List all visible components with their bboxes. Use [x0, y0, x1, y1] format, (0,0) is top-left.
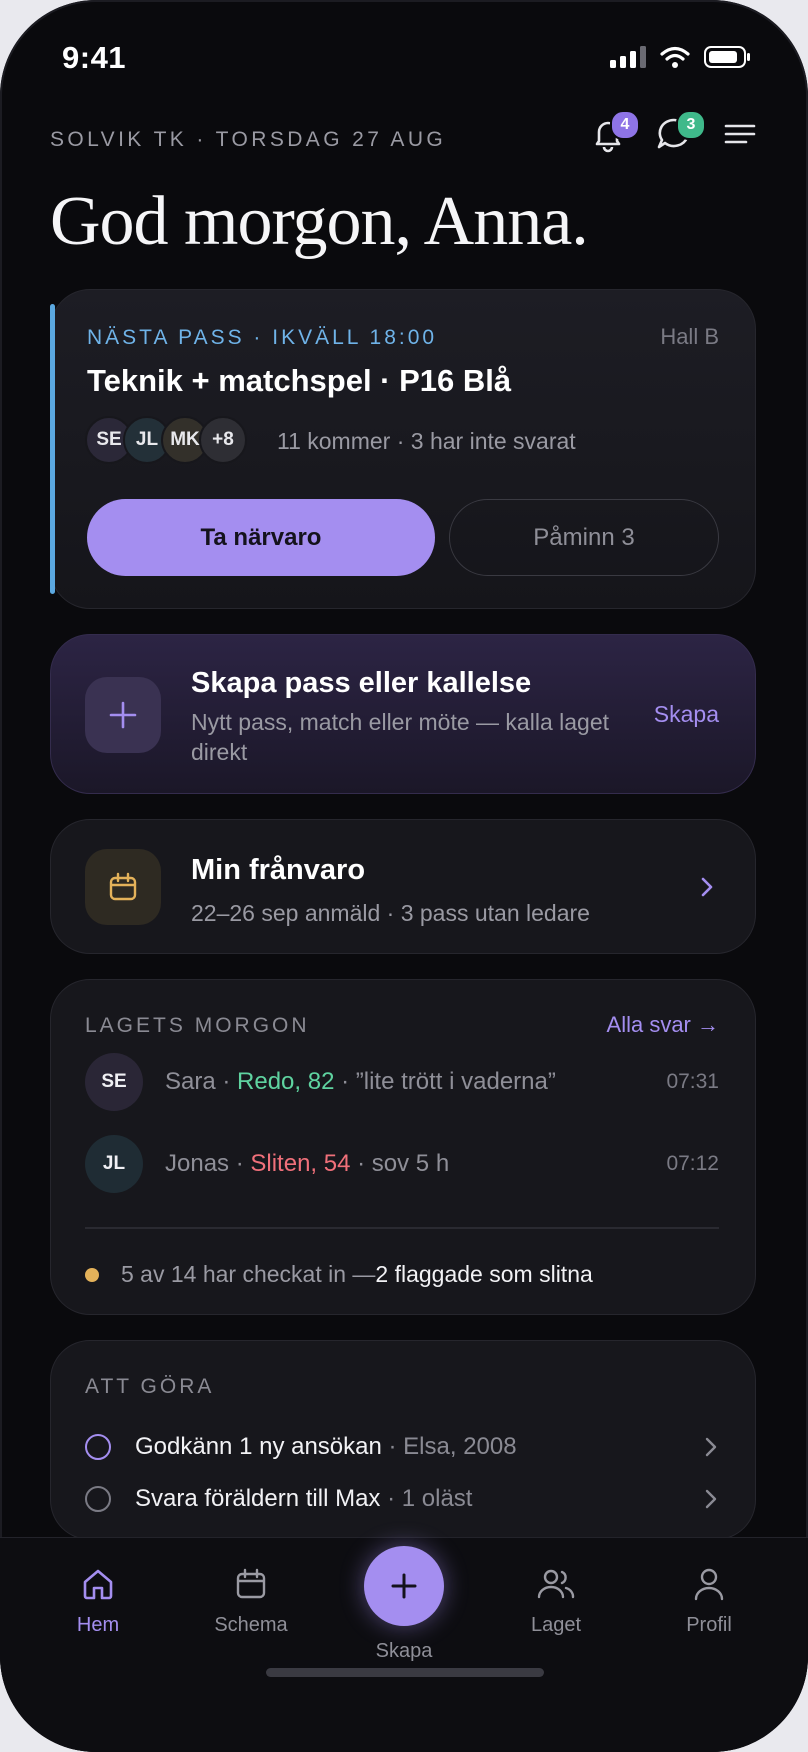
todo-label: ATT GÖRA: [85, 1375, 215, 1398]
calendar-icon: [236, 1568, 266, 1599]
messages-badge: 3: [676, 110, 706, 140]
card-accent-bar: [50, 304, 55, 594]
plus-tile: [85, 677, 161, 753]
checkin-text: Jonas · Sliten, 54 · sov 5 h: [165, 1150, 450, 1177]
hamburger-menu-icon: [724, 124, 756, 144]
avatar: JL: [85, 1135, 143, 1193]
plus-icon: [109, 701, 137, 729]
session-title: Teknik + matchspel · P16 Blå: [87, 363, 512, 398]
readiness-tired: Sliten, 54: [250, 1150, 351, 1177]
chevron-right-icon: [705, 1437, 717, 1457]
tab-profile[interactable]: Profil: [649, 1566, 769, 1637]
create-fab-button[interactable]: [364, 1546, 444, 1626]
all-answers-link[interactable]: Alla svar →: [607, 1012, 719, 1038]
calendar-tile: [85, 849, 161, 925]
chevron-right-icon: [701, 877, 713, 897]
team-morning-label: LAGETS MORGON: [85, 1014, 310, 1037]
cellular-signal-icon: [610, 46, 646, 68]
create-session-card[interactable]: Skapa pass eller kallelse Nytt pass, mat…: [50, 634, 756, 794]
remind-button[interactable]: Påminn 3: [449, 499, 719, 576]
team-icon: [537, 1569, 575, 1599]
checkin-row[interactable]: JL Jonas · Sliten, 54 · sov 5 h 07:12: [85, 1134, 719, 1194]
battery-icon: [704, 46, 750, 68]
club-date-line: SOLVIK TK · TORSDAG 27 AUG: [50, 128, 447, 151]
chevron-right-icon: [705, 1489, 717, 1509]
avatar: SE: [85, 1053, 143, 1111]
next-session-label: NÄSTA PASS · IKVÄLL 18:00: [87, 326, 438, 349]
divider: [85, 1227, 719, 1229]
take-attendance-button[interactable]: Ta närvaro: [87, 499, 435, 576]
session-hall: Hall B: [660, 324, 719, 349]
tab-team[interactable]: Laget: [496, 1566, 616, 1637]
absence-subtitle: 22–26 sep anmäld · 3 pass utan ledare: [191, 900, 590, 926]
absence-card[interactable]: Min frånvaro 22–26 sep anmäld · 3 pass u…: [50, 819, 756, 954]
checkin-time: 07:31: [666, 1070, 719, 1093]
todo-item[interactable]: Svara föräldern till Max · 1 oläst: [85, 1479, 719, 1519]
tab-schedule[interactable]: Schema: [191, 1566, 311, 1637]
phone-screen: 9:41 SOLVIK TK · TORSDAG 27 AUG God morg…: [0, 0, 808, 1752]
checkin-row[interactable]: SE Sara · Redo, 82 · ”lite trött i vader…: [85, 1052, 719, 1112]
checkin-time: 07:12: [666, 1152, 719, 1175]
status-time: 9:41: [62, 40, 127, 75]
attendee-avatars[interactable]: SE JL MK +8: [85, 416, 247, 464]
team-morning-card: LAGETS MORGON Alla svar → SE Sara · Redo…: [50, 979, 756, 1315]
notifications-badge: 4: [610, 110, 640, 140]
next-session-card[interactable]: NÄSTA PASS · IKVÄLL 18:00 Hall B Teknik …: [50, 289, 756, 609]
create-link[interactable]: Skapa: [654, 701, 719, 728]
flagged-count: 2 flaggade som slitna: [375, 1261, 593, 1287]
menu-button[interactable]: [720, 114, 760, 154]
todo-text: Godkänn 1 ny ansökan · Elsa, 2008: [135, 1433, 517, 1460]
todo-card: ATT GÖRA Godkänn 1 ny ansökan · Elsa, 20…: [50, 1340, 756, 1540]
tab-home[interactable]: Hem: [38, 1566, 158, 1637]
checkin-text: Sara · Redo, 82 · ”lite trött i vaderna”: [165, 1068, 556, 1095]
user-icon: [694, 1568, 724, 1601]
absence-title: Min frånvaro: [191, 854, 366, 886]
tab-bar: Hem Schema Skapa Laget Profil: [0, 1537, 808, 1752]
messages-button[interactable]: 3: [654, 110, 706, 154]
home-icon: [83, 1569, 113, 1600]
tab-create-label: Skapa: [375, 1640, 433, 1662]
notifications-button[interactable]: 4: [588, 110, 640, 154]
todo-text: Svara föräldern till Max · 1 oläst: [135, 1485, 473, 1512]
readiness-ready: Redo, 82: [237, 1068, 335, 1095]
greeting-heading: God morgon, Anna.: [50, 183, 589, 260]
todo-checkbox[interactable]: [85, 1434, 111, 1460]
checkin-summary: 5 av 14 har checkat in — 2 flaggade som …: [85, 1261, 593, 1288]
plus-icon: [391, 1573, 417, 1599]
todo-checkbox[interactable]: [85, 1486, 111, 1512]
avatar-more-count: +8: [199, 416, 247, 464]
create-title: Skapa pass eller kallelse: [191, 667, 532, 699]
status-dot: [85, 1267, 99, 1282]
calendar-icon: [109, 872, 137, 901]
attendance-summary: 11 kommer · 3 har inte svarat: [277, 428, 576, 454]
home-indicator: [266, 1668, 544, 1677]
create-subtitle: Nytt pass, match eller möte — kalla lage…: [191, 709, 609, 765]
wifi-icon: [660, 46, 690, 68]
todo-item[interactable]: Godkänn 1 ny ansökan · Elsa, 2008: [85, 1427, 719, 1467]
status-icons: [610, 46, 750, 68]
